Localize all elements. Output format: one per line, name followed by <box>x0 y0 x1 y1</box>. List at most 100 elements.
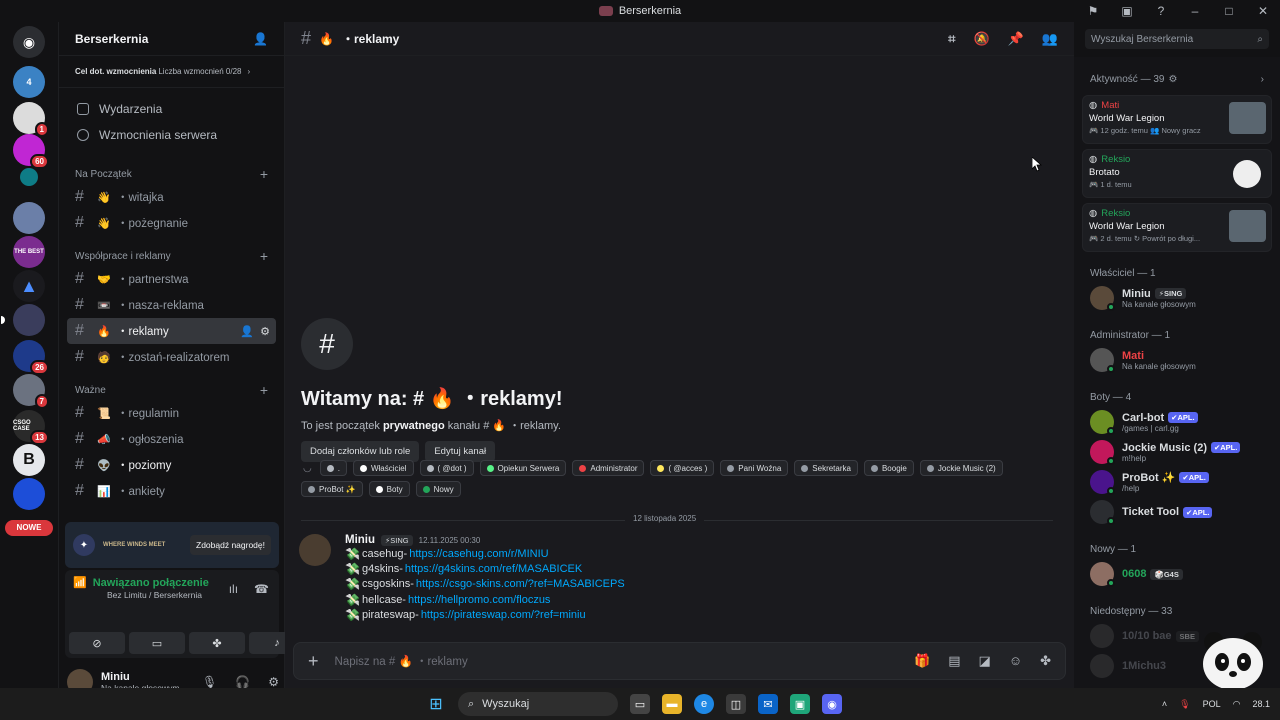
message-link[interactable]: https://g4skins.com/ref/MASABICEK <box>405 563 582 575</box>
camera-off-button[interactable]: ⊘ <box>69 632 125 654</box>
channel-item[interactable]: # 🤝 ・partnerstwa <box>67 266 276 292</box>
add-channel-icon[interactable]: + <box>260 166 268 182</box>
threads-icon[interactable]: ⌗ <box>948 31 955 47</box>
category-header[interactable]: Na Początek + <box>59 164 284 184</box>
server-search-input[interactable]: Wyszukaj Berserkernia ⌕ <box>1085 29 1269 49</box>
windows-start-icon[interactable]: ⊞ <box>426 694 446 714</box>
minimize-button[interactable]: – <box>1178 4 1212 18</box>
notifications-muted-icon[interactable]: 🔕 <box>973 31 989 47</box>
help-icon[interactable]: ? <box>1144 4 1178 18</box>
channel-item[interactable]: # 📜 ・regulamin <box>67 400 276 426</box>
microphone-icon[interactable]: 🎙 <box>202 675 217 689</box>
member-item[interactable]: ProBot ✨ ✔APL. /help <box>1074 467 1280 497</box>
channel-item[interactable]: # 📣 ・ogłoszenia <box>67 426 276 452</box>
role-chip[interactable]: ProBot ✨ <box>301 481 363 497</box>
message-link[interactable]: https://pirateswap.com/?ref=miniu <box>421 609 586 621</box>
message-composer[interactable]: + Napisz na # 🔥 ・reklamy 🎁 ▤ ◪ ☺ ✤ <box>293 642 1066 680</box>
close-button[interactable]: ✕ <box>1246 4 1280 18</box>
gif-icon[interactable]: ▤ <box>948 653 960 669</box>
server-icon-9[interactable]: 26 <box>13 340 49 375</box>
member-item[interactable]: Jockie Music (2) ✔APL. m!help <box>1074 437 1280 467</box>
gear-icon[interactable]: ⚙ <box>1168 74 1177 85</box>
activity-card[interactable]: ◍ Mati World War Legion 🎮 12 godz. temu 👥… <box>1082 95 1272 144</box>
server-icon-13[interactable] <box>13 478 45 510</box>
attach-plus-icon[interactable]: + <box>308 651 319 672</box>
role-edit-icon[interactable]: ◡ <box>301 460 314 476</box>
headphones-icon[interactable]: 🎧 <box>235 675 250 689</box>
server-icon-5[interactable] <box>13 202 45 234</box>
channel-item[interactable]: # 📼 ・nasza-reklama <box>67 292 276 318</box>
role-chip[interactable]: Opiekun Serwera <box>479 460 567 476</box>
channel-item[interactable]: # 📊 ・ankiety <box>67 478 276 504</box>
add-channel-icon[interactable]: + <box>260 382 268 398</box>
add-member-icon[interactable]: 👤 <box>253 32 268 46</box>
message-link[interactable]: https://hellpromo.com/floczus <box>408 594 550 606</box>
claim-reward-button[interactable]: Zdobądź nagrodę! <box>190 535 271 555</box>
mail-icon[interactable]: ✉ <box>758 694 778 714</box>
member-list-icon[interactable]: 👥 <box>1042 31 1058 47</box>
gift-icon[interactable]: 🎁 <box>914 653 930 669</box>
channel-item[interactable]: # 🧑 ・zostań-realizatorem <box>67 344 276 370</box>
guild-tag[interactable]: ⚡SING <box>381 534 413 546</box>
member-item[interactable]: 0608 🎲G4S <box>1074 559 1280 589</box>
chevron-right-icon[interactable]: › <box>1261 74 1264 85</box>
sticker-icon[interactable]: ◪ <box>979 653 991 669</box>
role-chip[interactable]: Właściciel <box>352 460 414 476</box>
nav-events[interactable]: Wydarzenia <box>59 96 284 122</box>
voice-status[interactable]: Nawiązano połączenie <box>93 577 209 589</box>
flag-icon[interactable]: ⚑ <box>1076 4 1110 18</box>
server-icon-2[interactable]: 1 <box>13 102 49 137</box>
activity-card[interactable]: ◍ Reksio Brotato 🎮 1 d. temu <box>1082 149 1272 198</box>
role-chip[interactable]: . <box>319 460 347 476</box>
server-icon-7[interactable]: ▲ <box>13 270 45 302</box>
role-chip[interactable]: Boogie <box>863 460 914 476</box>
activity-card[interactable]: ◍ Reksio World War Legion 🎮 2 d. temu ↻ P… <box>1082 203 1272 252</box>
gear-icon[interactable]: ⚙ <box>260 325 270 338</box>
disconnect-icon[interactable]: ☎ <box>254 582 269 596</box>
file-explorer-icon[interactable]: ▬ <box>662 694 682 714</box>
role-chip[interactable]: ( @dot ) <box>419 460 474 476</box>
edge-browser-icon[interactable]: e <box>694 694 714 714</box>
channel-item-active[interactable]: # 🔥 ・reklamy 👤 ⚙ <box>67 318 276 344</box>
task-view-icon[interactable]: ▭ <box>630 694 650 714</box>
discord-home-icon[interactable]: ◉ <box>13 26 45 58</box>
server-icon-10[interactable]: 7 <box>13 374 49 409</box>
server-icon-12[interactable]: B <box>13 444 45 476</box>
discord-taskbar-icon[interactable]: ◉ <box>822 694 842 714</box>
add-channel-icon[interactable]: + <box>260 248 268 264</box>
server-header[interactable]: Berserkernia 👤 <box>59 22 284 56</box>
role-chip[interactable]: Sekretarka <box>794 460 858 476</box>
role-chip[interactable]: Nowy <box>415 481 461 497</box>
noise-suppression-icon[interactable]: ılı <box>229 582 238 596</box>
activity-header[interactable]: Aktywność — 39 ⚙ › <box>1074 69 1280 89</box>
channel-item-unread[interactable]: # 👽 ・poziomy <box>67 452 276 478</box>
add-members-button[interactable]: Dodaj członków lub role <box>301 441 420 462</box>
member-item[interactable]: Ticket Tool ✔APL. <box>1074 497 1280 527</box>
message-link[interactable]: https://casehug.com/r/MINIU <box>409 548 548 560</box>
store-icon[interactable]: ◫ <box>726 694 746 714</box>
pin-icon[interactable]: 📌 <box>1008 31 1024 47</box>
role-chip[interactable]: Pani Woźna <box>720 460 789 476</box>
activities-button[interactable]: ✤ <box>189 632 245 654</box>
server-icon-1[interactable]: 4 <box>13 66 45 98</box>
language-indicator[interactable]: POL <box>1203 699 1221 709</box>
taskbar-search[interactable]: ⌕ Wyszukaj <box>458 692 618 716</box>
channel-item[interactable]: # 👋 ・pożegnanie <box>67 210 276 236</box>
message-link[interactable]: https://csgo-skins.com/?ref=MASABICEPS <box>416 578 625 590</box>
nav-boosts[interactable]: Wzmocnienia serwera <box>59 122 284 148</box>
maximize-button[interactable]: □ <box>1212 4 1246 18</box>
wifi-icon[interactable]: ◠ <box>1233 699 1241 710</box>
apps-icon[interactable]: ✤ <box>1040 653 1051 669</box>
category-header[interactable]: Ważne + <box>59 380 284 400</box>
member-item[interactable]: Carl-bot ✔APL./games | carl.gg <box>1074 407 1280 437</box>
emoji-icon[interactable]: ☺ <box>1009 653 1022 669</box>
clock-date[interactable]: 28.1 <box>1252 699 1270 709</box>
screen-share-button[interactable]: ▭ <box>129 632 185 654</box>
server-icon-8[interactable] <box>1 304 45 336</box>
server-icon-6[interactable]: THE BEST <box>13 236 45 268</box>
role-chip[interactable]: ( @acces ) <box>650 460 715 476</box>
channel-item[interactable]: # 👋 ・witajka <box>67 184 276 210</box>
server-icon-11[interactable]: CSGO CASE 13 <box>13 410 49 445</box>
app-icon[interactable]: ▣ <box>790 694 810 714</box>
microphone-tray-icon[interactable]: 🎙 <box>1179 699 1190 710</box>
